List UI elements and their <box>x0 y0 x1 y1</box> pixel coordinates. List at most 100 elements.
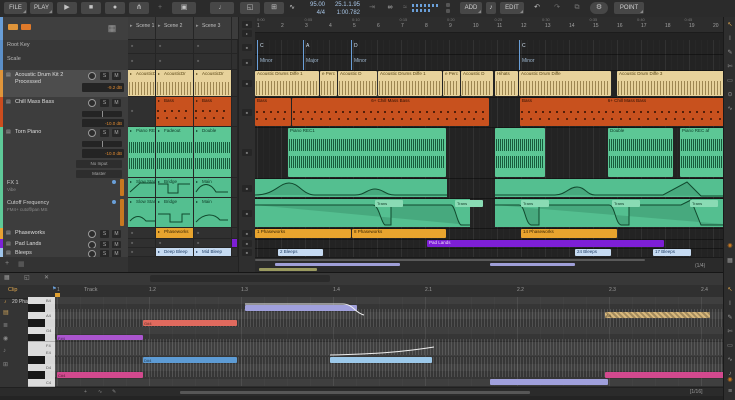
scale-row[interactable]: Scale <box>0 54 128 71</box>
stop-all-icon[interactable]: ■ <box>242 21 252 28</box>
lane-stop-button[interactable]: ■ <box>242 249 252 256</box>
play-menu-button[interactable]: PLAY <box>30 2 53 14</box>
pointer-tool[interactable]: ↖ <box>724 19 735 32</box>
add-cue-button[interactable]: + <box>153 2 167 14</box>
launcher-clip[interactable]: ▸ Double <box>194 127 231 177</box>
mute-button[interactable]: M <box>112 99 121 107</box>
piano-key-black[interactable] <box>28 304 45 312</box>
footer-grid-icon[interactable]: ▦ <box>18 260 25 268</box>
piano-key-black[interactable] <box>28 371 45 379</box>
launcher-cell-piano-3[interactable]: ▸ Double <box>194 127 232 178</box>
metronome-button[interactable]: ♩ <box>210 2 234 14</box>
launcher-clip[interactable]: ▸ AcousticDr <box>194 70 231 96</box>
timeline-ruler[interactable]: 0:00 0:05 0:10 0:15 0:20 0:25 0:30 0:35 0:40 0:45… <box>255 17 723 33</box>
loop-button[interactable]: ∞ <box>382 2 398 14</box>
arranger-clip-piano[interactable]: Piano REC af <box>680 128 723 177</box>
piano-key-black[interactable] <box>28 356 45 364</box>
transition-chip[interactable]: Trans <box>375 200 403 207</box>
lane-stop-button[interactable]: ■ <box>242 149 252 156</box>
launcher-clip[interactable]: ▸ Main <box>194 198 231 227</box>
launcher-cell-phase-3[interactable]: ■ <box>194 228 232 239</box>
arranger-scroll-strip[interactable]: (1/4) <box>255 257 723 272</box>
launcher-clip[interactable]: ▸ Mid Bleep <box>194 248 231 256</box>
automation-fader-strip[interactable] <box>120 199 124 226</box>
arranger-clip-bleeps[interactable]: 17 Bleeps <box>653 249 691 256</box>
ibeam-tool[interactable]: I <box>724 298 735 311</box>
record-arm-button[interactable] <box>88 99 96 107</box>
solo-button[interactable]: S <box>100 99 109 107</box>
arranger-clip-bass[interactable]: Bass 6+ Chill Mass Bass <box>520 98 723 126</box>
volume-meter[interactable] <box>82 111 122 117</box>
knife-tool[interactable]: ✄ <box>724 326 735 339</box>
automation-region-fx1[interactable] <box>255 179 447 197</box>
circle-tool[interactable]: ⊙ <box>724 89 735 102</box>
arranger-clip-drums[interactable]: Acoustic Drums Diffe 1 <box>255 71 319 96</box>
piano-key-black[interactable] <box>28 334 45 342</box>
settings-button[interactable]: ⚙ <box>590 2 608 14</box>
tab-track[interactable]: Track <box>84 287 98 293</box>
pointer-tool[interactable]: ↖ <box>724 284 735 297</box>
launcher-clip[interactable] <box>232 239 237 247</box>
launcher-cell-phase-1[interactable]: ■ <box>128 228 156 239</box>
arranger-clip-drums[interactable]: Acoustic Drum Diffe 3 <box>617 71 723 96</box>
knife-tool[interactable]: ✄ <box>724 61 735 74</box>
arranger-clip-piano[interactable]: Double <box>608 128 673 177</box>
routing-chooser-0[interactable]: No Input <box>76 160 122 168</box>
launcher-clip[interactable]: ▸ AcousticDr <box>128 70 155 96</box>
launcher-clip[interactable]: ▸ Phaseworks <box>156 228 193 238</box>
rect-tool[interactable]: ▭ <box>724 340 735 353</box>
arranger-clip-drums[interactable]: Acoustic Drums Diffe 1 <box>378 71 442 96</box>
scene-header-3[interactable]: ▸ Scene 3 <box>194 17 232 40</box>
launcher-cell-bleeps-1[interactable]: ■ <box>128 248 156 257</box>
launcher-clip[interactable]: ▸ Slow Start <box>128 178 155 197</box>
stop-button[interactable]: ■ <box>81 2 101 14</box>
arranger-clip-pads[interactable]: Pad Lands <box>427 240 664 247</box>
launcher-cell-fx1-3[interactable]: ▸ Main <box>194 178 232 198</box>
solo-button[interactable]: S <box>100 72 109 80</box>
track-header-fx1[interactable]: FX 1 Vibe <box>0 178 128 199</box>
arranger-clip-drums[interactable]: e Perc <box>443 71 460 96</box>
arranger-clip-bass[interactable]: Bass <box>255 98 291 126</box>
editor-expand-icon[interactable]: ◱ <box>24 274 30 281</box>
ibeam-tool[interactable]: I <box>724 33 735 46</box>
track-header-bass[interactable]: ▤ Chill Mass Bass S M -10.0 dB <box>0 97 128 128</box>
piano-key-black[interactable] <box>28 319 45 327</box>
scene-header-2[interactable]: ▸ Scene 2 <box>156 17 194 40</box>
tab-clip[interactable]: Clip <box>8 287 17 293</box>
launcher-cell-bass-1[interactable]: ■ <box>128 97 156 127</box>
launcher-cell-rootkey-3[interactable]: ■ <box>194 40 232 54</box>
launcher-clip[interactable]: ▸ Main <box>194 178 231 197</box>
arranger-clip-phase[interactable]: 8 Phaseworks <box>352 229 446 238</box>
launcher-cell-piano-2[interactable]: ▸ Fadeout <box>156 127 194 178</box>
scrollbar-thumb[interactable] <box>255 259 645 261</box>
pencil-tool[interactable]: ✎ <box>724 312 735 325</box>
arranger-clip-phase[interactable]: 1 Phaseworks <box>255 229 351 238</box>
rect-tool[interactable]: ▭ <box>724 75 735 88</box>
pen-mode-button[interactable]: ♪ <box>486 2 496 14</box>
routing-chooser-1[interactable]: Master <box>76 170 122 178</box>
root-key-row[interactable]: Root Key <box>0 40 128 55</box>
launcher-cell-pads-3[interactable]: ■ <box>194 239 232 248</box>
mute-button[interactable]: M <box>112 230 121 238</box>
launcher-cell-fx1-1[interactable]: ▸ Slow Start <box>128 178 156 198</box>
add-button[interactable]: ADD <box>460 2 482 14</box>
solo-button[interactable]: S <box>100 129 109 137</box>
launcher-clip[interactable]: ▸ Deep Bleep <box>156 248 193 256</box>
track-header-piano[interactable]: ▤ Torn Piano S M -10.0 dB No Input Master <box>0 127 128 179</box>
lane-stop-button[interactable]: ■ <box>242 80 252 87</box>
launcher-cell-drums-3[interactable]: ▸ AcousticDr <box>194 70 232 97</box>
lane-stop-button[interactable]: ■ <box>242 230 252 237</box>
editor-menu-tool[interactable]: ≡ <box>724 388 735 395</box>
audition-tool[interactable]: ◉ <box>724 242 735 249</box>
automation-value-dot[interactable] <box>112 200 116 204</box>
automation-value-dot[interactable] <box>112 180 116 184</box>
lane-stop-button[interactable]: ■ <box>242 240 252 247</box>
wave-tool[interactable]: ∿ <box>724 354 735 367</box>
wave-tool[interactable]: ∿ <box>724 103 735 116</box>
position-display[interactable]: 25.1.1.95 1:00.782 <box>328 1 360 17</box>
record-button[interactable]: ● <box>105 2 125 14</box>
launcher-cell-cutoff-3[interactable]: ▸ Main <box>194 198 232 228</box>
arranger-clip-bleeps[interactable]: 24 Bleeps <box>575 249 611 256</box>
launcher-cell-rootkey-2[interactable]: ■ <box>156 40 194 54</box>
automation-region-fx1[interactable] <box>495 179 723 197</box>
